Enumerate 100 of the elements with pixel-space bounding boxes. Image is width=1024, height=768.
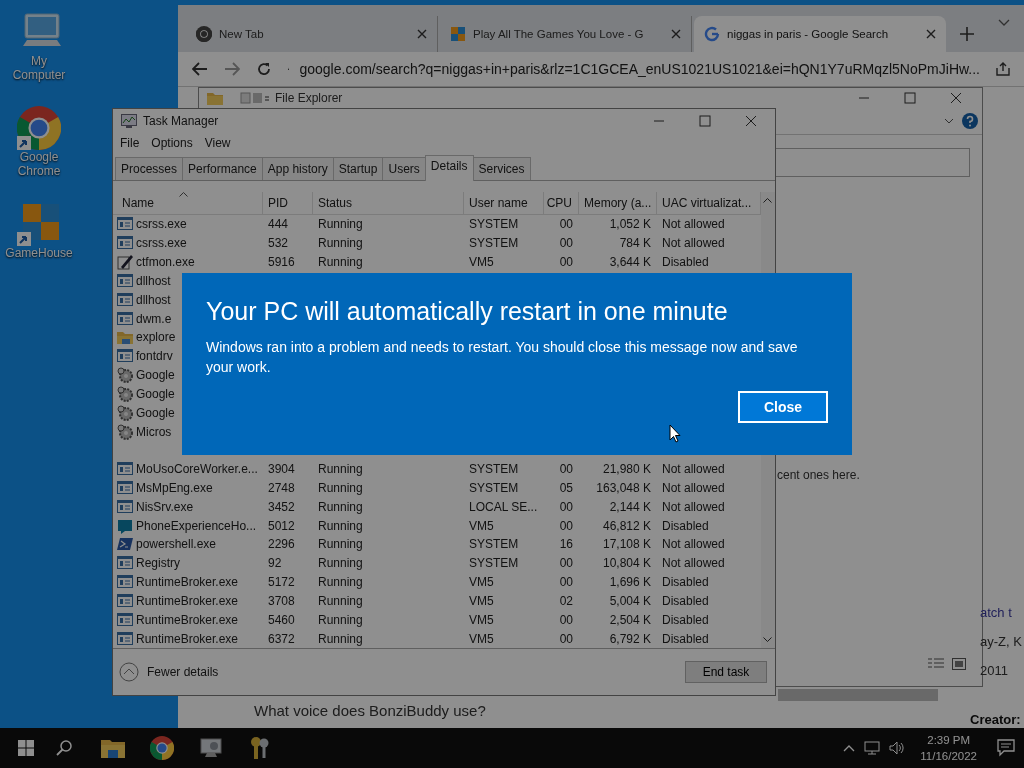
search-field[interactable] <box>774 148 970 177</box>
fewer-details-link[interactable]: Fewer details <box>119 662 219 682</box>
tab[interactable]: Performance <box>182 157 263 180</box>
chevron-down-icon[interactable] <box>998 19 1010 27</box>
close-icon[interactable] <box>950 92 962 104</box>
tab[interactable]: Users <box>382 157 426 180</box>
process-id: 3452 <box>268 499 295 514</box>
back-icon[interactable] <box>192 62 208 76</box>
process-id: 5012 <box>268 518 295 533</box>
mouse-cursor-icon <box>669 424 681 443</box>
notification-icon[interactable] <box>997 739 1015 757</box>
process-name: Google <box>136 386 175 401</box>
process-status: Running <box>318 236 363 251</box>
process-name: PhoneExperienceHo... <box>136 518 257 533</box>
maximize-icon[interactable] <box>699 115 711 127</box>
chevron-up-icon[interactable] <box>843 744 856 752</box>
cpu-usage: 00 <box>559 612 573 627</box>
forward-icon[interactable] <box>224 62 240 76</box>
cpu-usage: 05 <box>559 481 573 495</box>
user-name: VM5 <box>469 612 494 627</box>
help-icon[interactable] <box>962 113 978 129</box>
process-name: Registry <box>136 556 180 571</box>
gears-icon <box>117 404 133 421</box>
pen-icon <box>117 254 133 271</box>
process-name: csrss.exe <box>136 236 187 251</box>
menu-item[interactable]: Options <box>151 136 193 150</box>
close-icon[interactable] <box>926 29 936 39</box>
window-icon <box>117 480 133 496</box>
browser-tab[interactable]: New Tab <box>186 16 438 52</box>
uac-status: Not allowed <box>662 556 725 571</box>
column-header[interactable]: PID <box>263 192 313 214</box>
process-id: 2748 <box>268 481 295 495</box>
cpu-usage: 00 <box>559 499 573 514</box>
scroll-up-icon[interactable] <box>763 198 772 203</box>
window-icon <box>117 216 133 233</box>
chrome-icon[interactable] <box>17 106 61 150</box>
user-name: VM5 <box>469 631 494 646</box>
menu-item[interactable]: View <box>204 136 231 150</box>
window-icon <box>117 592 133 609</box>
memory-usage: 784 K <box>619 236 651 251</box>
network-icon[interactable] <box>864 741 881 755</box>
menu-item[interactable]: File <box>120 136 140 150</box>
scrollbar[interactable] <box>778 689 938 701</box>
browser-tab[interactable]: niggas in paris - Google Search <box>694 16 946 52</box>
end-task-button[interactable]: End task <box>685 661 767 683</box>
maximize-icon[interactable] <box>904 92 916 104</box>
address-bar[interactable]: google.com/search?q=niggas+in+paris&rlz=1C1GCEA_enUS1021US1021&ei=hQN1Y7uRMqzl5NoPmJiHw... <box>288 61 980 77</box>
empty-message: cent ones here. <box>777 468 860 482</box>
browser-tab[interactable]: Play All The Games You Love - G <box>440 16 692 52</box>
close-icon[interactable] <box>417 29 427 39</box>
user-name: VM5 <box>469 255 494 270</box>
column-header[interactable]: Memory (a... <box>579 192 657 214</box>
close-button[interactable]: Close <box>738 391 828 423</box>
process-name: RuntimeBroker.exe <box>136 575 239 590</box>
tab[interactable]: Startup <box>332 157 384 180</box>
process-status: Running <box>318 518 363 533</box>
window-icon <box>117 291 133 308</box>
scroll-down-icon[interactable] <box>763 637 772 642</box>
tab[interactable]: Details <box>424 155 474 181</box>
process-status: Running <box>318 217 363 232</box>
task-manager-icon <box>121 114 137 128</box>
chevron-down-icon[interactable] <box>944 118 954 124</box>
process-status: Running <box>318 631 363 646</box>
memory-usage: 2,144 K <box>609 499 651 514</box>
column-header[interactable]: User name <box>464 192 544 214</box>
column-header[interactable]: Status <box>313 192 464 214</box>
tab[interactable]: Services <box>472 157 531 180</box>
uac-status: Not allowed <box>662 481 725 495</box>
chrome-icon[interactable] <box>150 736 174 760</box>
column-header[interactable]: CPU <box>544 192 579 214</box>
process-name: MoUsoCoreWorker.e... <box>136 462 258 477</box>
process-id: 3708 <box>268 593 295 608</box>
large-icons-view-icon[interactable] <box>952 658 966 670</box>
process-name: RuntimeBroker.exe <box>136 593 239 608</box>
gamehouse-icon[interactable] <box>17 202 61 246</box>
tab[interactable]: Processes <box>115 157 184 180</box>
cpu-usage: 00 <box>559 462 573 477</box>
window-icon <box>117 630 133 647</box>
window-icon <box>117 555 133 572</box>
process-status: Running <box>318 481 363 495</box>
process-status: Running <box>318 499 363 514</box>
user-name: VM5 <box>469 593 494 608</box>
folder-icon <box>117 329 133 346</box>
new-tab-icon[interactable] <box>960 27 974 41</box>
monitor-app-icon[interactable] <box>199 737 223 759</box>
close-icon[interactable] <box>671 29 681 39</box>
clock[interactable]: 2:39 PM 11/16/2022 <box>920 732 977 764</box>
collapse-icon <box>119 662 139 682</box>
process-id: 5172 <box>268 575 295 590</box>
reload-icon[interactable] <box>256 61 272 77</box>
memory-usage: 21,980 K <box>602 462 651 477</box>
column-header[interactable]: Name <box>117 192 263 214</box>
close-icon[interactable] <box>745 115 757 127</box>
share-icon[interactable] <box>996 62 1010 76</box>
process-status: Running <box>318 255 363 270</box>
user-name: SYSTEM <box>469 217 519 232</box>
folder-icon[interactable] <box>101 738 125 758</box>
tab[interactable]: App history <box>261 157 334 180</box>
volume-icon[interactable] <box>889 741 906 755</box>
process-name: ctfmon.exe <box>136 255 195 270</box>
